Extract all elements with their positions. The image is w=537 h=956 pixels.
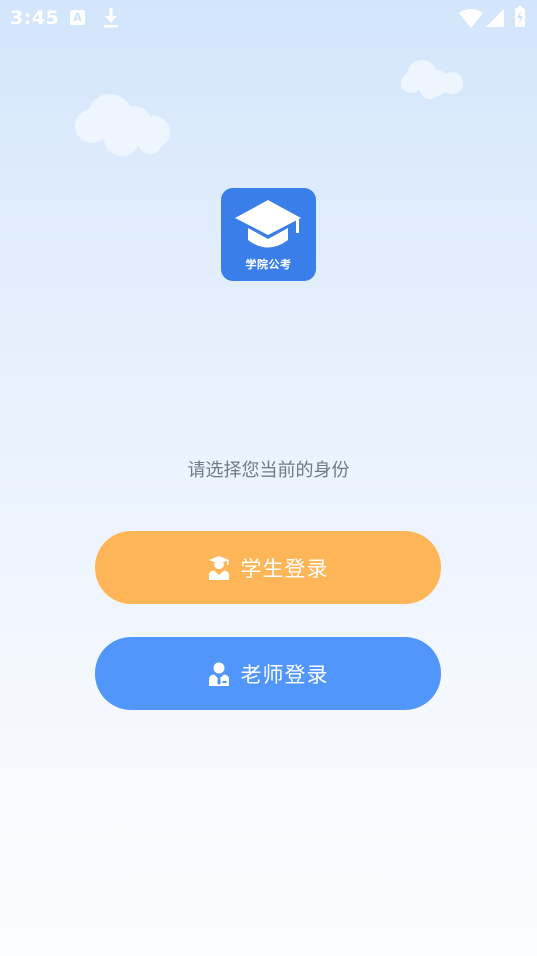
student-login-label: 学生登录 bbox=[240, 556, 329, 581]
battery-charging-icon bbox=[514, 6, 526, 32]
identity-select-screen: 3:45 A 学院公考 请选择您当前的身份 学生登录 老师登录 bbox=[0, 0, 537, 956]
status-time: 3:45 bbox=[10, 7, 60, 29]
cellular-signal-icon bbox=[485, 8, 505, 32]
teacher-login-label: 老师登录 bbox=[240, 662, 329, 687]
a-app-icon: A bbox=[70, 10, 85, 25]
logo-caption: 学院公考 bbox=[245, 258, 292, 271]
student-icon bbox=[208, 555, 230, 580]
teacher-login-button[interactable]: 老师登录 bbox=[95, 637, 441, 710]
identity-prompt: 请选择您当前的身份 bbox=[187, 460, 350, 481]
download-icon bbox=[102, 7, 120, 33]
graduation-cap-icon bbox=[235, 200, 301, 248]
wifi-icon bbox=[459, 9, 483, 33]
cloud-decoration-left bbox=[70, 88, 180, 164]
status-bar: 3:45 A bbox=[0, 0, 537, 36]
cloud-decoration-right bbox=[398, 55, 468, 105]
teacher-icon bbox=[208, 662, 230, 686]
student-login-button[interactable]: 学生登录 bbox=[95, 531, 441, 604]
app-logo: 学院公考 bbox=[221, 188, 316, 281]
